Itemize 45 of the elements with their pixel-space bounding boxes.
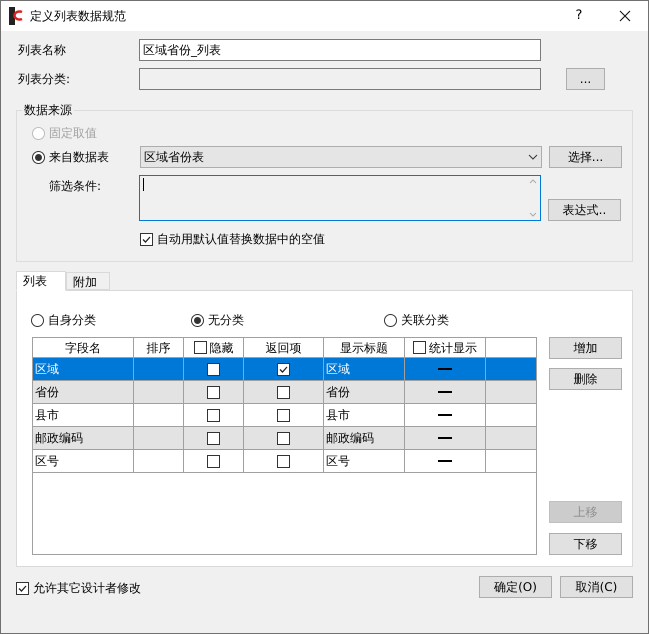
radio-label: 自身分类 <box>48 312 96 329</box>
field-label: 筛选条件: <box>49 178 102 195</box>
radio-label: 关联分类 <box>401 312 449 329</box>
table-cell-text: 区域 <box>326 361 350 378</box>
button[interactable]: 增加 <box>549 337 622 359</box>
checkbox-label: 允许其它设计者修改 <box>33 580 141 597</box>
tab[interactable]: 列表 <box>16 271 66 291</box>
table-cell-text: 县市 <box>35 407 59 424</box>
group-title: 数据来源 <box>22 102 74 118</box>
table-dropdown[interactable]: 区域省份表 <box>140 146 542 168</box>
button[interactable]: 下移 <box>549 533 622 555</box>
table-cell-text: 区号 <box>326 453 350 470</box>
table-cell-text: 县市 <box>326 407 350 424</box>
field-label: 列表分类: <box>18 71 72 88</box>
table-row[interactable]: 省份 省份 <box>33 381 536 404</box>
column-header: 隐藏 <box>210 340 234 356</box>
column-header: 返回项 <box>266 340 302 356</box>
table-cell-text: 邮政编码 <box>35 430 83 447</box>
window-title: 定义列表数据规范 <box>30 8 126 25</box>
table-cell-text: 省份 <box>35 384 59 401</box>
expression-button[interactable]: 表达式.. <box>548 199 621 221</box>
radio-label: 来自数据表 <box>49 149 109 166</box>
table-cell-text: 邮政编码 <box>326 430 374 447</box>
table-cell-text: 区号 <box>35 453 59 470</box>
table-row[interactable]: 区域 区域 <box>33 358 536 381</box>
ok-button[interactable]: 确定(O) <box>479 576 552 598</box>
checkbox-label: 自动用默认值替换数据中的空值 <box>157 231 325 248</box>
column-header: 统计显示 <box>429 340 477 356</box>
column-header: 排序 <box>146 340 170 356</box>
table-cell-text: 省份 <box>326 384 350 401</box>
select-button[interactable]: 选择... <box>549 146 622 168</box>
radio-label: 固定取值 <box>49 125 97 142</box>
column-header: 字段名 <box>65 340 101 356</box>
radio-label: 无分类 <box>208 312 244 329</box>
field-label: 列表名称 <box>18 42 67 59</box>
column-header: 显示标题 <box>340 340 388 356</box>
table-row[interactable]: 区号 区号 <box>33 450 536 473</box>
table-cell-text: 区域 <box>35 361 59 378</box>
cancel-button[interactable]: 取消(C) <box>560 576 633 598</box>
tab[interactable]: 附加 <box>66 272 110 290</box>
list-name-field[interactable]: 区域省份_列表 <box>139 39 541 61</box>
button[interactable]: 删除 <box>549 368 622 390</box>
help-button[interactable]: ? <box>556 1 602 31</box>
table-row[interactable]: 县市 县市 <box>33 404 536 427</box>
table-row[interactable]: 邮政编码 邮政编码 <box>33 427 536 450</box>
